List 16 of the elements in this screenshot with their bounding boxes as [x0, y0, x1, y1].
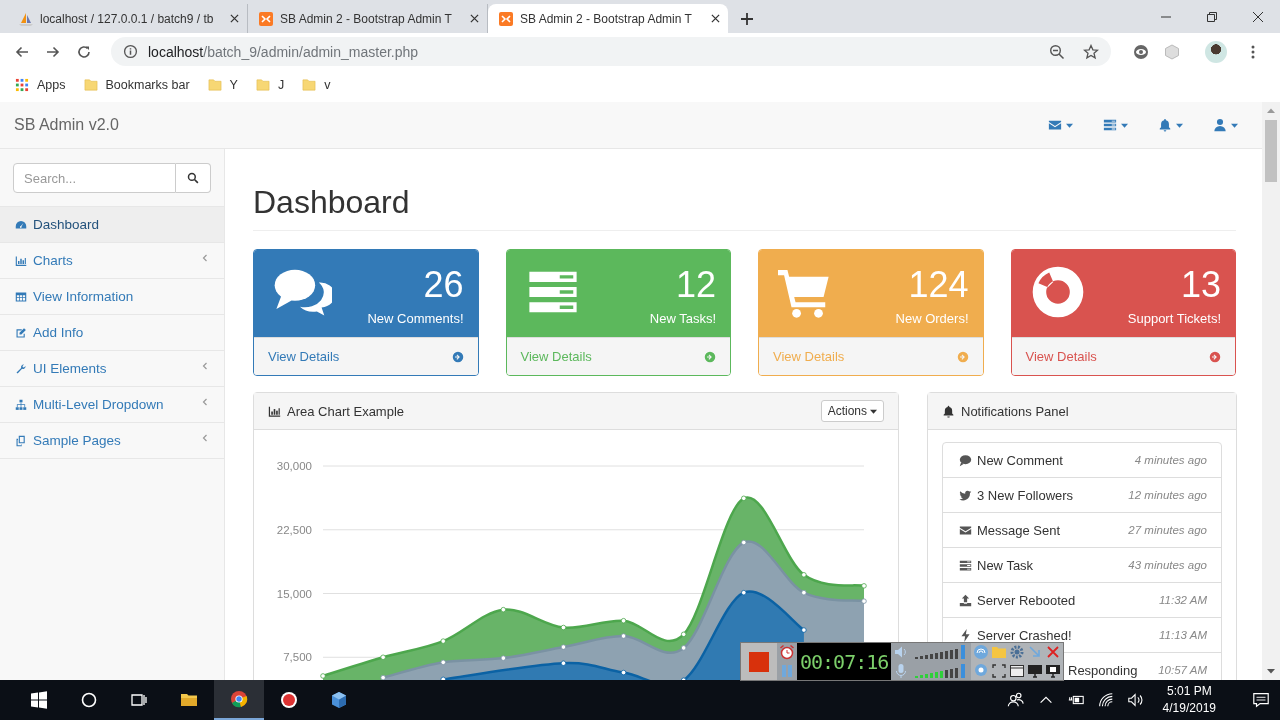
page-title: Dashboard [253, 182, 1236, 231]
stat-count: 13 [1180, 265, 1221, 305]
y-axis-label: 15,000 [276, 587, 312, 600]
stat-label: New Tasks! [649, 311, 716, 326]
panel-title: Area Chart Example [287, 403, 406, 419]
y-axis-label: 7,500 [283, 651, 312, 664]
stat-label: New Orders! [895, 311, 969, 326]
stat-count: 26 [423, 265, 464, 305]
timer-display: 00:07:16 [797, 643, 892, 680]
stat-label: New Comments! [367, 311, 464, 326]
stat-label: Support Tickets! [1127, 311, 1221, 326]
y-axis-label: 30,000 [276, 460, 312, 472]
y-axis-label: 22,500 [276, 523, 312, 536]
stat-count: 12 [675, 265, 716, 305]
stat-count: 124 [908, 265, 969, 305]
panel-title: Notifications Panel [961, 403, 1070, 419]
